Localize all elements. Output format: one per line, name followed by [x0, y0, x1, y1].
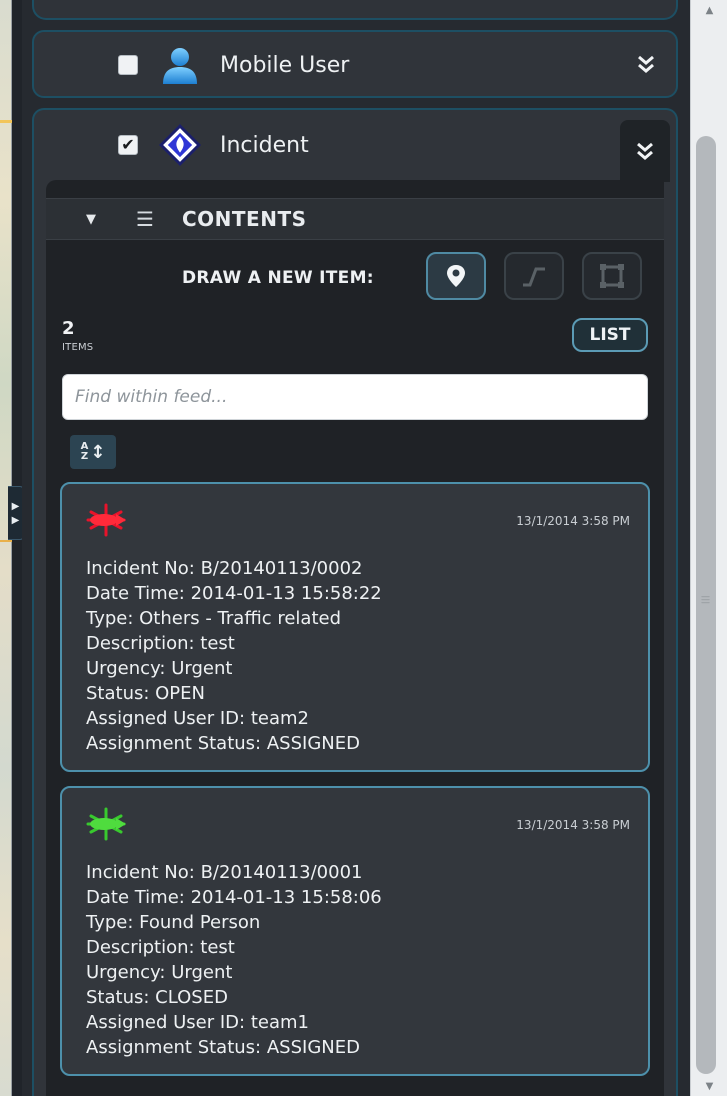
vertical-scrollbar[interactable]: ▲ — — — ▼: [690, 0, 727, 1096]
feed-search-input[interactable]: [62, 374, 648, 420]
scroll-down-arrow-icon[interactable]: ▼: [691, 1076, 727, 1096]
card-details: Incident No: B/20140113/0002 Date Time: …: [86, 556, 382, 756]
map-road: [0, 540, 12, 542]
card-line: Description: test: [86, 633, 235, 654]
card-line: Description: test: [86, 937, 235, 958]
card-line: Type: Others - Traffic related: [86, 608, 342, 629]
card-line: Assigned User ID: team2: [86, 708, 309, 729]
caret-down-icon[interactable]: ▼: [86, 212, 96, 227]
card-line: Status: CLOSED: [86, 987, 228, 1008]
incident-card[interactable]: 13/1/2014 3:58 PM Incident No: B/2014011…: [60, 482, 650, 772]
layer-group-collapsed: [32, 0, 678, 20]
polygon-icon: [600, 264, 624, 288]
list-icon: ☰: [136, 207, 154, 231]
incident-diamond-icon: [158, 123, 202, 167]
card-line: Type: Found Person: [86, 912, 261, 933]
draw-toolbar: DRAW A NEW ITEM:: [46, 252, 664, 302]
layer-group-mobile-user: Mobile User: [32, 30, 678, 98]
card-line: Assigned User ID: team1: [86, 1012, 309, 1033]
mobile-user-checkbox[interactable]: [118, 55, 138, 75]
card-line: Urgency: Urgent: [86, 962, 233, 983]
group-header[interactable]: Mobile User: [34, 32, 676, 98]
group-header[interactable]: ✔ Incident: [34, 110, 676, 182]
card-timestamp: 13/1/2014 3:58 PM: [516, 514, 630, 528]
green-incident-marker-icon: [84, 806, 128, 842]
list-view-button[interactable]: LIST: [572, 318, 648, 352]
draw-label: DRAW A NEW ITEM:: [182, 268, 374, 288]
card-line: Date Time: 2014-01-13 15:58:22: [86, 583, 382, 604]
person-icon: [158, 43, 202, 87]
chevron-right-icon: ▶: [11, 500, 20, 512]
layers-panel: Mobile User ✔ Incident ▼ ☰ CONTENTS DRAW…: [22, 0, 690, 1096]
contents-title: CONTENTS: [182, 207, 307, 231]
contents-section: ▼ ☰ CONTENTS DRAW A NEW ITEM: 2 ITEMS LI…: [46, 180, 664, 1096]
item-count-label: ITEMS: [62, 342, 94, 353]
draw-polygon-button[interactable]: [582, 252, 642, 300]
card-line: Incident No: B/20140113/0001: [86, 862, 363, 883]
card-line: Assignment Status: ASSIGNED: [86, 1037, 360, 1058]
chevron-right-icon: ▶: [11, 514, 20, 526]
card-line: Status: OPEN: [86, 683, 206, 704]
layer-group-incident: ✔ Incident ▼ ☰ CONTENTS DRAW A NEW ITEM:: [32, 108, 678, 1096]
double-chevron-down-icon[interactable]: [620, 38, 672, 90]
scrollbar-thumb[interactable]: — — —: [696, 136, 716, 1074]
card-line: Urgency: Urgent: [86, 658, 233, 679]
draw-point-button[interactable]: [426, 252, 486, 300]
map-road: [0, 120, 12, 123]
draw-line-button[interactable]: [504, 252, 564, 300]
red-incident-marker-icon: [84, 502, 128, 538]
item-count: 2: [62, 318, 75, 339]
sort-az-icon: AZ: [80, 441, 89, 462]
incident-checkbox[interactable]: ✔: [118, 135, 138, 155]
card-timestamp: 13/1/2014 3:58 PM: [516, 818, 630, 832]
scroll-up-arrow-icon[interactable]: ▲: [691, 0, 727, 20]
polyline-icon: [523, 267, 545, 287]
map-background[interactable]: [0, 0, 12, 1096]
contents-header[interactable]: ▼ ☰ CONTENTS: [46, 198, 664, 240]
double-chevron-down-icon[interactable]: [620, 120, 670, 182]
card-line: Date Time: 2014-01-13 15:58:06: [86, 887, 382, 908]
group-title: Mobile User: [220, 52, 350, 78]
sort-arrow-icon: ↕: [90, 441, 106, 463]
card-details: Incident No: B/20140113/0001 Date Time: …: [86, 860, 382, 1060]
card-line: Incident No: B/20140113/0002: [86, 558, 363, 579]
group-title: Incident: [220, 132, 309, 158]
grip-icon: — — —: [701, 592, 710, 608]
incident-card[interactable]: 13/1/2014 3:58 PM Incident No: B/2014011…: [60, 786, 650, 1076]
map-pin-icon: [447, 265, 465, 287]
checkmark-icon: ✔: [121, 135, 135, 154]
card-line: Assignment Status: ASSIGNED: [86, 733, 360, 754]
sort-az-button[interactable]: AZ ↕: [70, 435, 116, 469]
